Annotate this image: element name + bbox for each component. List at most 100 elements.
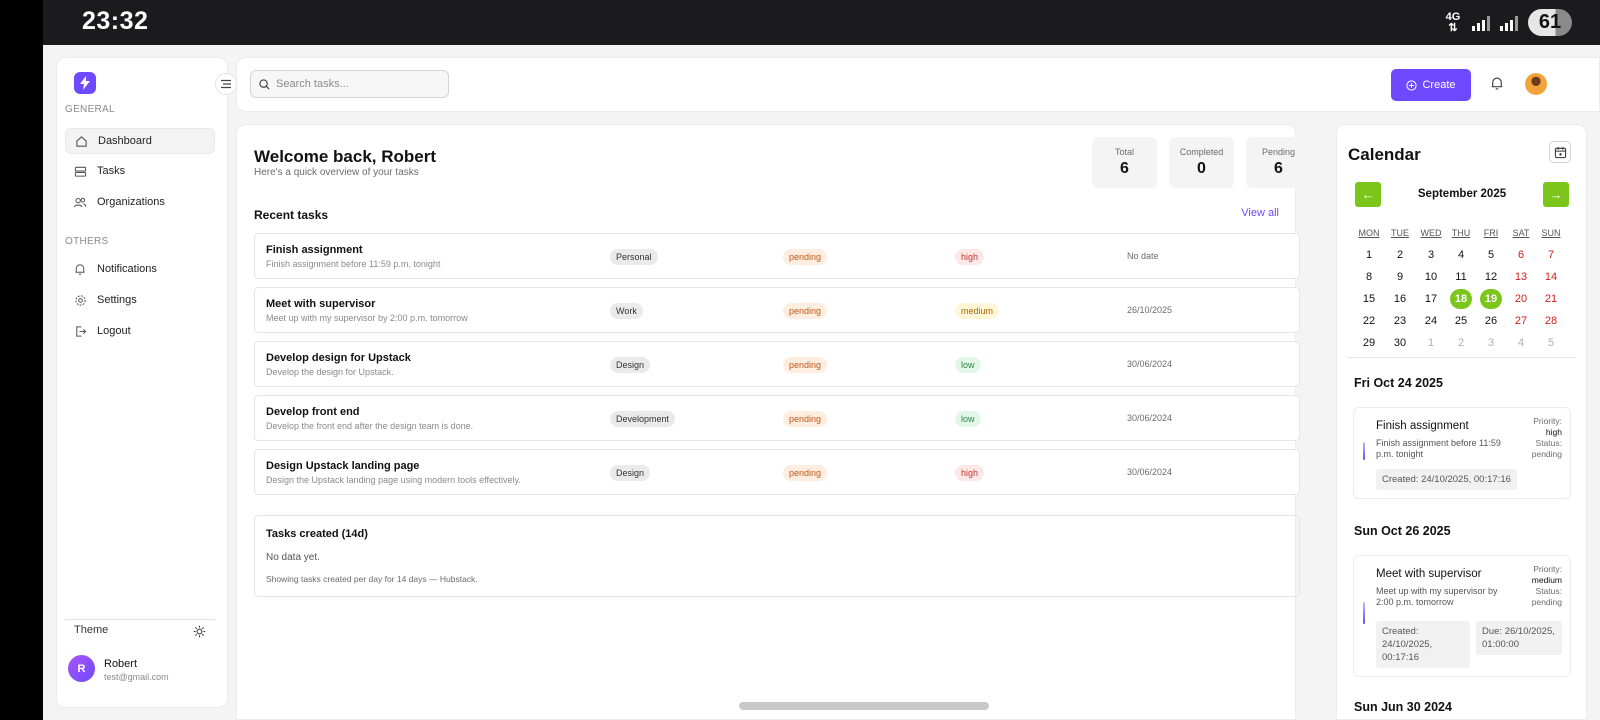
sidebar-item-label: Tasks	[97, 165, 126, 177]
calendar-day[interactable]: 26	[1480, 311, 1502, 331]
calendar-day[interactable]: 12	[1480, 267, 1502, 287]
task-title: Meet with supervisor	[266, 298, 376, 310]
calendar-day[interactable]: 10	[1420, 267, 1442, 287]
status-badge: pending	[783, 411, 828, 427]
calendar-day[interactable]: 14	[1540, 267, 1562, 287]
sidebar-item-dashboard[interactable]: Dashboard	[65, 128, 215, 154]
weekday-label: MON	[1358, 228, 1380, 238]
calendar-day[interactable]: 2	[1450, 333, 1472, 353]
calendar-day[interactable]: 27	[1510, 311, 1532, 331]
task-description: Develop the front end after the design t…	[266, 421, 474, 431]
calendar-day[interactable]: 2	[1389, 245, 1411, 265]
calendar-day[interactable]: 7	[1540, 245, 1562, 265]
app-logo[interactable]	[74, 72, 96, 94]
task-row[interactable]: Design Upstack landing page Design the U…	[254, 449, 1300, 495]
chart-empty-message: No data yet.	[266, 552, 320, 563]
chart-card-title: Tasks created (14d)	[266, 528, 368, 540]
calendar-day[interactable]: 5	[1540, 333, 1562, 353]
calendar-day[interactable]: 1	[1358, 245, 1380, 265]
notifications-bell-icon[interactable]	[1490, 76, 1506, 92]
calendar-day[interactable]: 11	[1450, 267, 1472, 287]
calendar-day[interactable]: 6	[1510, 245, 1532, 265]
priority-badge: medium	[955, 303, 1000, 319]
theme-label: Theme	[74, 624, 109, 636]
status-value: pending	[1531, 597, 1562, 607]
calendar-day[interactable]: 25	[1450, 311, 1472, 331]
task-row[interactable]: Finish assignment Finish assignment befo…	[254, 233, 1300, 279]
calendar-day[interactable]: 29	[1358, 333, 1380, 353]
task-title: Finish assignment	[266, 244, 363, 256]
priority-label: Priority:	[1533, 416, 1562, 426]
calendar-day-selected[interactable]: 19	[1480, 289, 1502, 309]
calendar-day[interactable]: 4	[1450, 245, 1472, 265]
task-row[interactable]: Meet with supervisor Meet up with my sup…	[254, 287, 1300, 333]
calendar-day[interactable]: 24	[1420, 311, 1442, 331]
calendar-day[interactable]: 4	[1510, 333, 1532, 353]
sun-icon[interactable]	[193, 625, 207, 639]
profile-avatar[interactable]	[1525, 73, 1547, 95]
calendar-day[interactable]: 13	[1510, 267, 1532, 287]
sidebar-item-label: Notifications	[97, 263, 157, 275]
create-label: Create	[1422, 79, 1456, 91]
calendar-title: Calendar	[1348, 145, 1421, 164]
sidebar-item-logout[interactable]: Logout	[65, 318, 215, 344]
calendar-day[interactable]: 21	[1540, 289, 1562, 309]
search-box[interactable]	[250, 70, 449, 98]
next-month-button[interactable]: →	[1543, 182, 1569, 207]
event-card[interactable]: Meet with supervisor Meet up with my sup…	[1353, 555, 1571, 677]
calendar-day-selected[interactable]: 18	[1450, 289, 1472, 309]
section-label-general: GENERAL	[65, 104, 115, 115]
weekday-label: WED	[1420, 228, 1442, 238]
task-due-date: 30/06/2024	[1127, 359, 1173, 369]
event-card[interactable]: Finish assignment Finish assignment befo…	[1353, 407, 1571, 499]
sidebar-item-tasks[interactable]: Tasks	[65, 158, 215, 184]
calendar-day[interactable]: 8	[1358, 267, 1380, 287]
sidebar-item-label: Logout	[97, 325, 131, 337]
user-avatar[interactable]: R	[68, 655, 95, 682]
calendar-day[interactable]: 9	[1389, 267, 1411, 287]
sidebar-item-settings[interactable]: Settings	[65, 287, 215, 313]
prev-month-button[interactable]: ←	[1355, 182, 1381, 207]
event-accent-bar	[1363, 442, 1365, 460]
calendar-picker-button[interactable]	[1549, 141, 1571, 163]
task-description: Meet up with my supervisor by 2:00 p.m. …	[266, 313, 468, 323]
weekday-label: TUE	[1391, 228, 1409, 238]
network-label: 4G	[1445, 10, 1461, 23]
search-input[interactable]	[276, 78, 436, 90]
task-row[interactable]: Develop design for Upstack Develop the d…	[254, 341, 1300, 387]
calendar-day[interactable]: 1	[1420, 333, 1442, 353]
calendar-day[interactable]: 22	[1358, 311, 1380, 331]
calendar-day[interactable]: 3	[1480, 333, 1502, 353]
status-bar: 23:32 4G ⇅ 61	[43, 0, 1600, 45]
home-indicator[interactable]	[739, 702, 989, 710]
calendar-day[interactable]: 23	[1389, 311, 1411, 331]
calendar-day[interactable]: 5	[1480, 245, 1502, 265]
task-row[interactable]: Develop front end Develop the front end …	[254, 395, 1300, 441]
sidebar-item-notifications[interactable]: Notifications	[65, 256, 215, 282]
sidebar-divider	[65, 619, 215, 620]
calendar-day[interactable]: 17	[1420, 289, 1442, 309]
sidebar-item-label: Dashboard	[98, 135, 152, 147]
calendar-day[interactable]: 28	[1540, 311, 1562, 331]
view-all-link[interactable]: View all	[1241, 207, 1279, 219]
task-description: Develop the design for Upstack.	[266, 367, 394, 377]
calendar-day[interactable]: 15	[1358, 289, 1380, 309]
sidebar-item-organizations[interactable]: Organizations	[65, 189, 215, 215]
task-title: Develop design for Upstack	[266, 352, 411, 364]
bolt-icon	[80, 76, 90, 90]
tasks-created-card: Tasks created (14d) No data yet. Showing…	[254, 515, 1300, 597]
status-value: pending	[1531, 449, 1562, 459]
create-button[interactable]: Create	[1391, 69, 1471, 101]
calendar-day[interactable]: 20	[1510, 289, 1532, 309]
sidebar-collapse-button[interactable]	[215, 73, 237, 95]
logout-icon	[73, 324, 87, 338]
priority-label: Priority:	[1533, 564, 1562, 574]
calendar-day[interactable]: 30	[1389, 333, 1411, 353]
users-icon	[73, 195, 87, 209]
task-description: Design the Upstack landing page using mo…	[266, 475, 521, 485]
calendar-day[interactable]: 3	[1420, 245, 1442, 265]
calendar-day[interactable]: 16	[1389, 289, 1411, 309]
calendar-icon	[1554, 146, 1566, 158]
main-content: Welcome back, Robert Here's a quick over…	[236, 124, 1311, 720]
section-label-others: OTHERS	[65, 236, 109, 247]
